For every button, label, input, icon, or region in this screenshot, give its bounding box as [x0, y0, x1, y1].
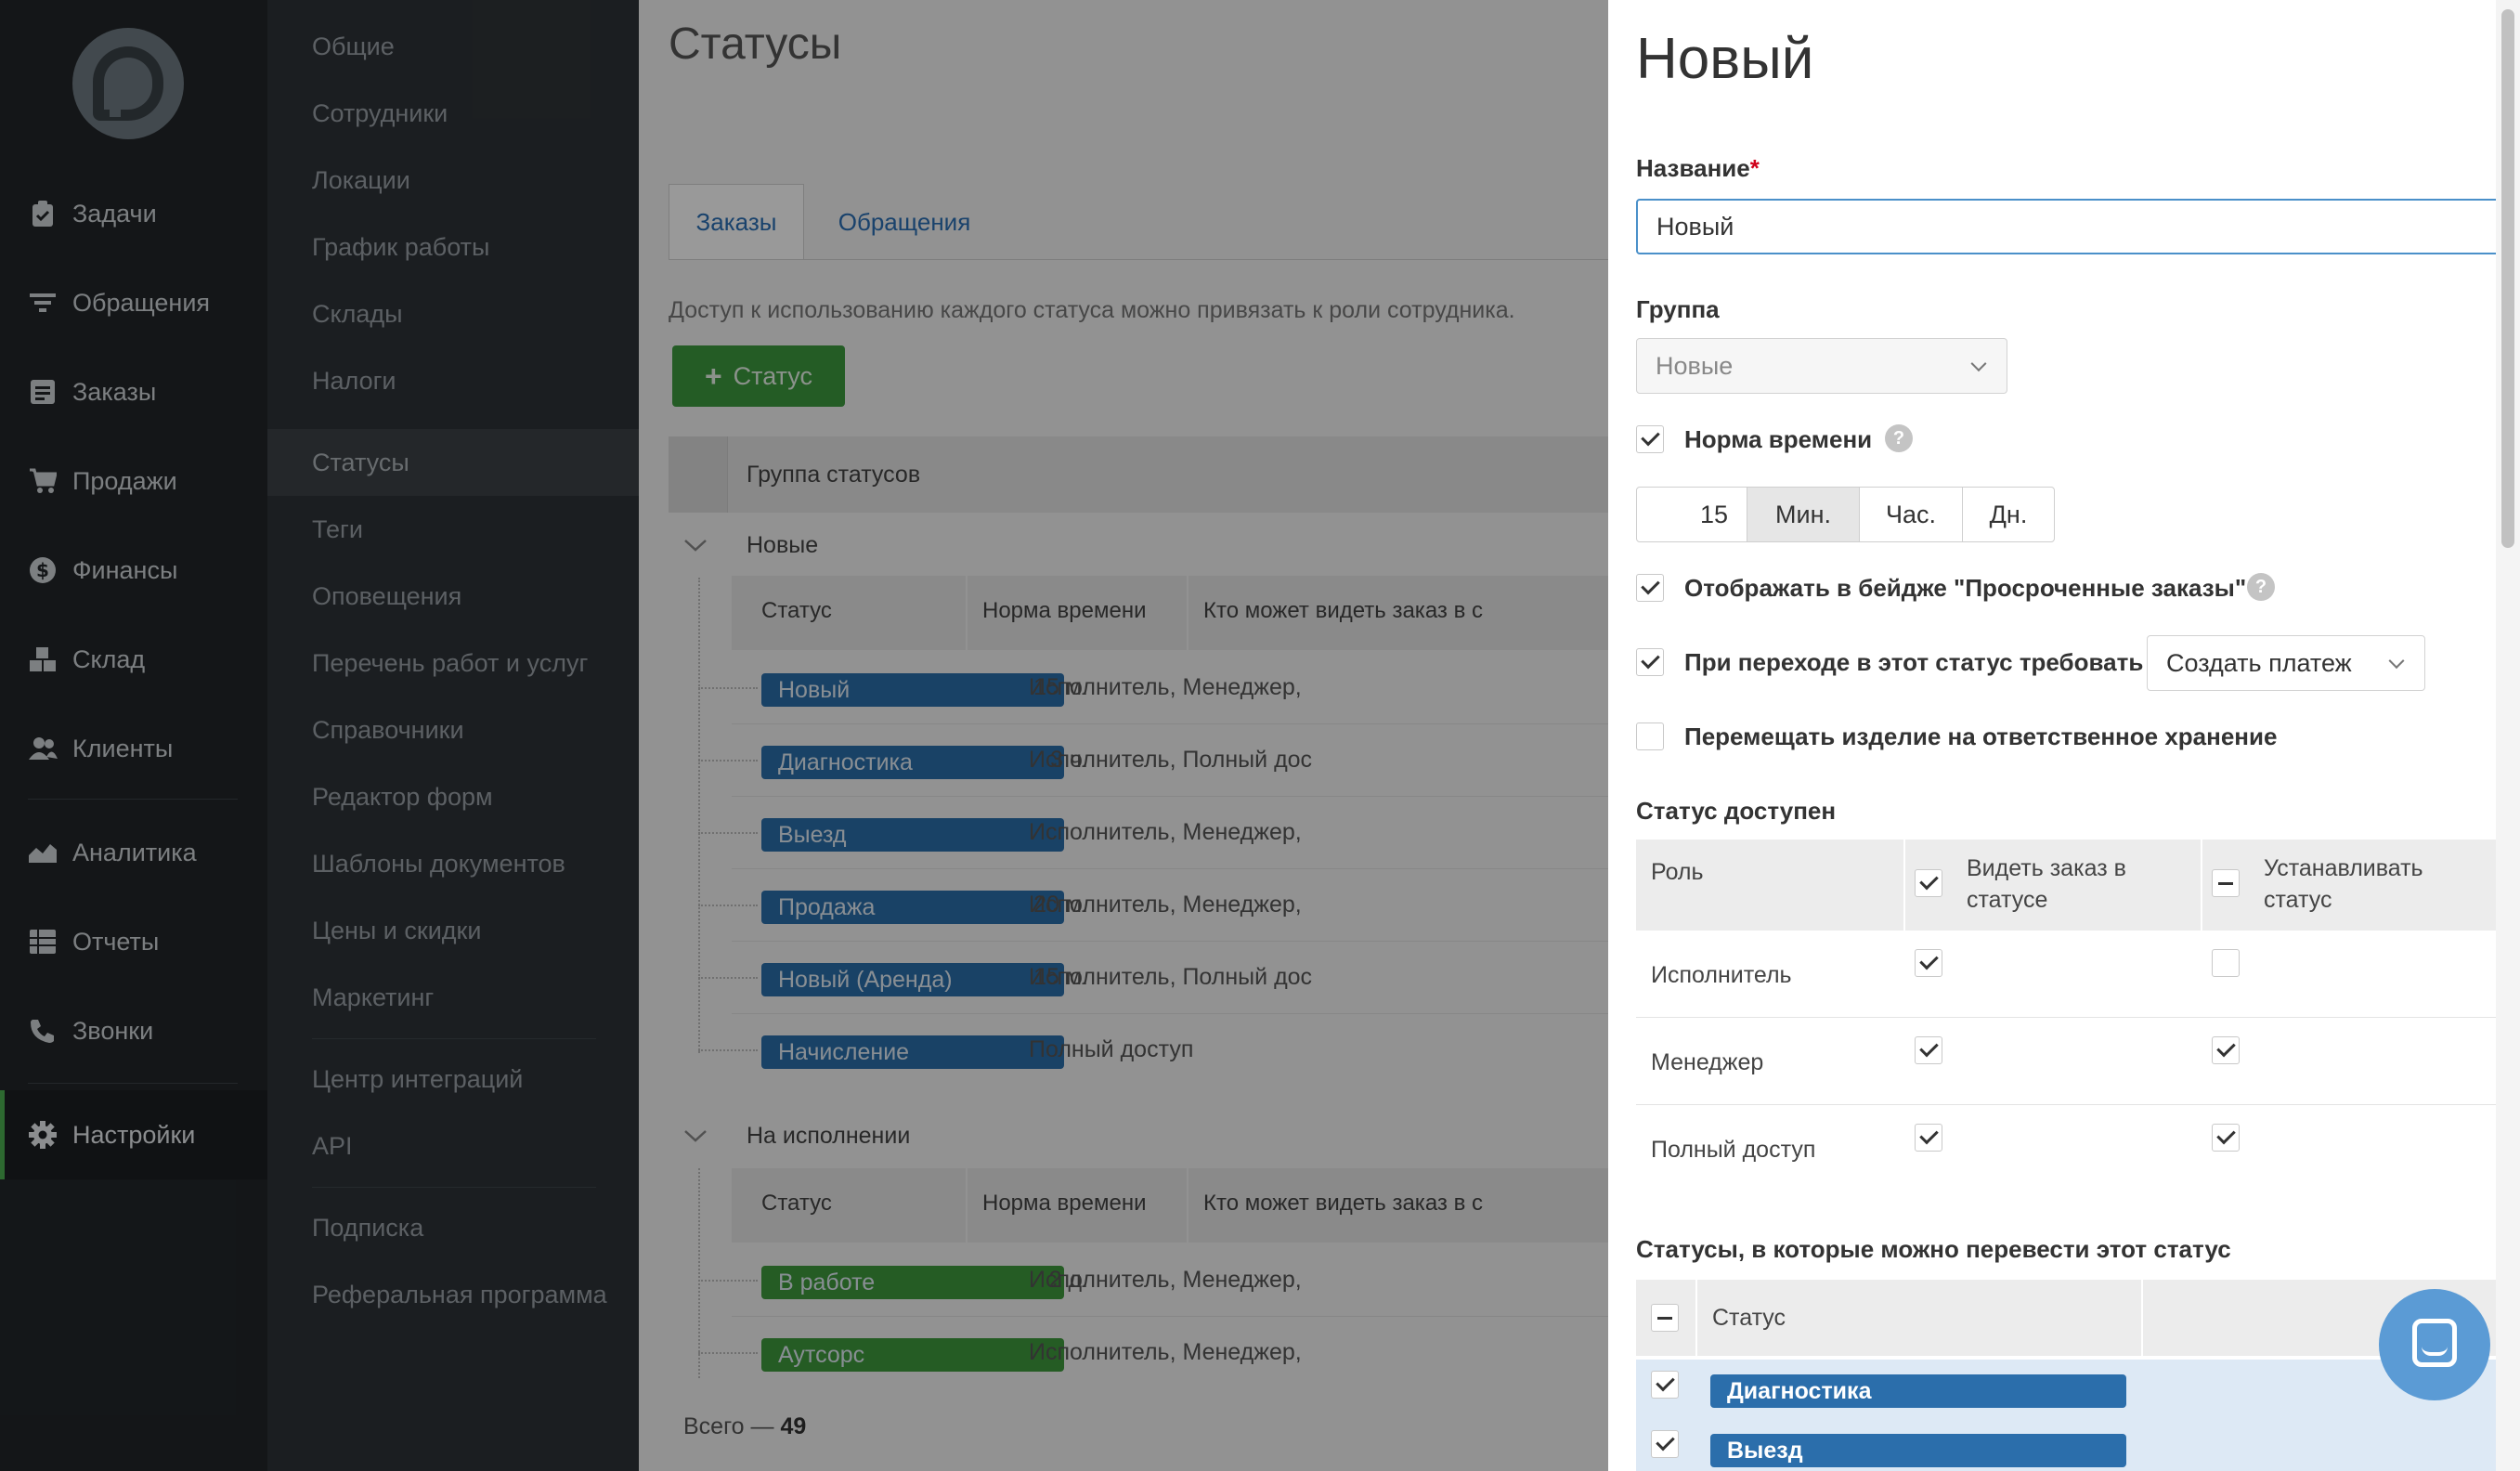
time-norm-unit-selector: 15 Мин. Час. Дн.	[1636, 487, 2055, 542]
table-row: Менеджер	[1636, 1018, 2500, 1105]
time-norm-value-input[interactable]: 15	[1636, 487, 1747, 542]
access-section-label: Статус доступен	[1636, 797, 1837, 825]
roles-table-header: Роль Видеть заказ в статусе Устанавливат…	[1636, 840, 2500, 931]
set-all-checkbox[interactable]	[2212, 869, 2240, 897]
chat-icon	[2412, 1319, 2457, 1367]
require-on-transition-checkbox[interactable]	[1636, 648, 1664, 676]
role-see-checkbox[interactable]	[1915, 1124, 1942, 1152]
transitions-table-header: Статус	[1636, 1280, 2500, 1356]
see-all-checkbox[interactable]	[1915, 869, 1942, 897]
transitions-section-label: Статусы, в которые можно перевести этот …	[1636, 1235, 2231, 1263]
require-on-transition-label: При переходе в этот статус требовать	[1684, 648, 2144, 676]
group-select[interactable]: Новые	[1636, 338, 2007, 394]
time-norm-label: Норма времени	[1684, 425, 1873, 453]
require-action-select[interactable]: Создать платеж	[2147, 635, 2425, 691]
group-label: Группа	[1636, 295, 1720, 323]
table-row[interactable]: Выезд	[1636, 1419, 2500, 1471]
modal-backdrop[interactable]	[0, 0, 1608, 1471]
status-badge: Выезд	[1710, 1434, 2126, 1467]
move-to-storage-label: Перемещать изделие на ответственное хран…	[1684, 722, 2278, 750]
status-badge: Диагностика	[1710, 1374, 2126, 1408]
unit-minutes-button[interactable]: Мин.	[1747, 487, 1860, 542]
panel-title: Новый	[1636, 27, 1814, 91]
transition-checkbox[interactable]	[1651, 1371, 1679, 1399]
chevron-down-icon	[1970, 356, 1987, 372]
overdue-badge-label: Отображать в бейдже "Просроченные заказы…	[1684, 574, 2247, 602]
status-edit-panel: Новый Название* Новый Группа Новые Норма…	[1608, 0, 2520, 1471]
role-set-checkbox[interactable]	[2212, 1036, 2240, 1064]
transition-checkbox[interactable]	[1651, 1430, 1679, 1458]
status-name-input[interactable]: Новый	[1636, 199, 2500, 254]
transitions-select-all-checkbox[interactable]	[1651, 1304, 1679, 1332]
panel-scrollbar[interactable]	[2496, 0, 2520, 1471]
unit-hours-button[interactable]: Час.	[1859, 487, 1963, 542]
role-see-checkbox[interactable]	[1915, 949, 1942, 977]
help-icon[interactable]: ?	[1885, 424, 1913, 452]
table-row[interactable]: Диагностика	[1636, 1360, 2500, 1419]
table-row: Исполнитель	[1636, 931, 2500, 1018]
role-see-checkbox[interactable]	[1915, 1036, 1942, 1064]
help-icon[interactable]: ?	[2247, 573, 2275, 601]
role-set-checkbox[interactable]	[2212, 949, 2240, 977]
unit-days-button[interactable]: Дн.	[1962, 487, 2055, 542]
overdue-badge-checkbox[interactable]	[1636, 574, 1664, 602]
time-norm-checkbox[interactable]	[1636, 425, 1664, 453]
chevron-down-icon	[2388, 653, 2405, 670]
move-to-storage-checkbox[interactable]	[1636, 722, 1664, 750]
name-label: Название*	[1636, 154, 1760, 182]
chat-widget-button[interactable]	[2379, 1289, 2490, 1400]
role-set-checkbox[interactable]	[2212, 1124, 2240, 1152]
table-row: Полный доступ	[1636, 1105, 2500, 1192]
